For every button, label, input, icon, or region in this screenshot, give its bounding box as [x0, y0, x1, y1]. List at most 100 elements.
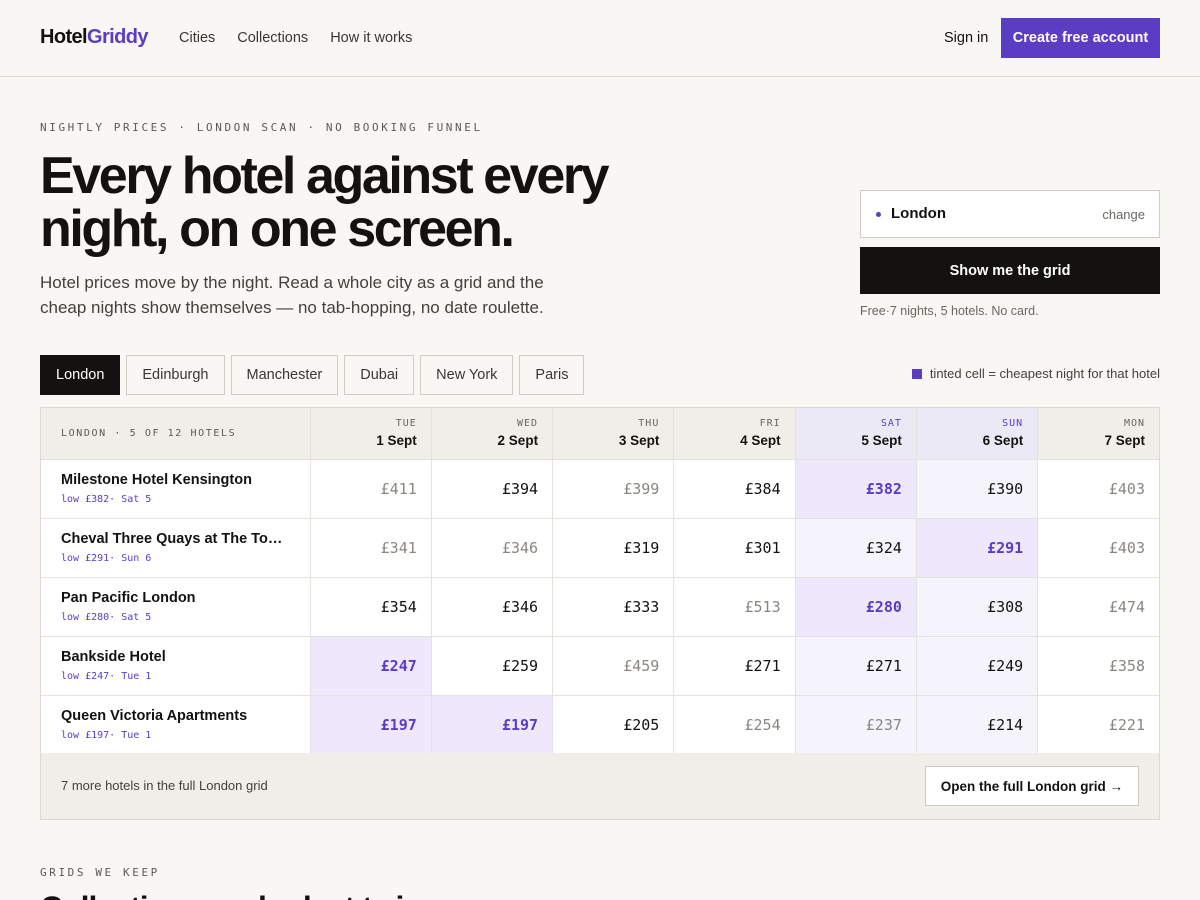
- hero-eyebrow: NIGHTLY PRICES · LONDON SCAN · NO BOOKIN…: [40, 121, 483, 134]
- nav-how-it-works[interactable]: How it works: [330, 30, 412, 46]
- sign-in-link[interactable]: Sign in: [944, 30, 988, 46]
- price-cell[interactable]: £346: [431, 518, 554, 578]
- tab-paris[interactable]: Paris: [519, 355, 585, 395]
- price-cell[interactable]: £249: [916, 636, 1039, 696]
- hotel-cell[interactable]: Pan Pacific London low £280· Sat 5: [41, 577, 311, 637]
- collections-eyebrow: GRIDS WE KEEP: [40, 866, 160, 879]
- table-row[interactable]: Milestone Hotel Kensington low £382· Sat …: [41, 459, 1159, 519]
- price-cell[interactable]: £341: [310, 518, 432, 578]
- main-nav: Cities Collections How it works: [179, 30, 434, 46]
- price-cell[interactable]: £271: [673, 636, 796, 696]
- price-cell[interactable]: £474: [1037, 577, 1159, 637]
- price-cell[interactable]: £259: [431, 636, 554, 696]
- hotel-name: Bankside Hotel: [61, 649, 166, 665]
- price-cell[interactable]: £291: [916, 518, 1039, 578]
- table-row[interactable]: Bankside Hotel low £247· Tue 1 £247 £259 £45…: [41, 636, 1159, 696]
- hotel-low-price: low £382· Sat 5: [61, 494, 152, 505]
- price-cell[interactable]: £197: [431, 695, 554, 755]
- city-dot-icon: [876, 212, 881, 217]
- tab-london[interactable]: London: [40, 355, 121, 395]
- price-cell[interactable]: £280: [795, 577, 917, 637]
- table-row[interactable]: Queen Victoria Apartments low £197· Tue 1…: [41, 695, 1159, 755]
- tab-manchester[interactable]: Manchester: [230, 355, 339, 395]
- price-cell[interactable]: £308: [916, 577, 1039, 637]
- hero-subtitle-line-2: cheap nights show themselves — no tab-ho…: [40, 298, 544, 317]
- grid-corner-label: LONDON · 5 OF 12 HOTELS: [41, 408, 311, 460]
- price-cell[interactable]: £221: [1037, 695, 1159, 755]
- price-cell[interactable]: £254: [673, 695, 796, 755]
- city-tabs: London Edinburgh Manchester Dubai New Yo…: [40, 355, 585, 395]
- price-cell[interactable]: £354: [310, 577, 432, 637]
- price-cell[interactable]: £384: [673, 459, 796, 519]
- price-cell[interactable]: £394: [431, 459, 554, 519]
- nav-collections[interactable]: Collections: [237, 30, 308, 46]
- price-cell[interactable]: £399: [552, 459, 675, 519]
- price-cell[interactable]: £197: [310, 695, 432, 755]
- create-account-button[interactable]: Create free account: [1001, 18, 1160, 58]
- hotel-low-price: low £247· Tue 1: [61, 671, 152, 682]
- day-date: 4 Sept: [740, 433, 781, 449]
- collections-title: Collections we look at twice: [40, 890, 438, 900]
- show-grid-button[interactable]: Show me the grid: [860, 247, 1160, 294]
- change-city-link[interactable]: change: [1102, 207, 1145, 222]
- price-cell[interactable]: £237: [795, 695, 917, 755]
- price-cell[interactable]: £459: [552, 636, 675, 696]
- day-date: 5 Sept: [861, 433, 902, 449]
- hotel-cell[interactable]: Milestone Hotel Kensington low £382· Sat …: [41, 459, 311, 519]
- price-cell[interactable]: £411: [310, 459, 432, 519]
- price-cell[interactable]: £403: [1037, 518, 1159, 578]
- logo-wordmark-b: Griddy: [87, 26, 148, 48]
- hotel-cell[interactable]: Cheval Three Quays at The Tower… low £291…: [41, 518, 311, 578]
- price-cell[interactable]: £319: [552, 518, 675, 578]
- price-cell[interactable]: £301: [673, 518, 796, 578]
- day-of-week: SAT: [880, 418, 902, 430]
- table-row[interactable]: Pan Pacific London low £280· Sat 5 £354 £34…: [41, 577, 1159, 637]
- hero-subtitle: Hotel prices move by the night. Read a w…: [40, 270, 580, 320]
- price-grid: LONDON · 5 OF 12 HOTELS TUE 1 Sept WED 2 S…: [40, 407, 1160, 820]
- price-cell[interactable]: £247: [310, 636, 432, 696]
- price-cell[interactable]: £271: [795, 636, 917, 696]
- day-header: TUE 1 Sept: [310, 408, 432, 460]
- day-of-week: FRI: [759, 418, 781, 430]
- price-cell[interactable]: £333: [552, 577, 675, 637]
- hotel-name: Queen Victoria Apartments: [61, 708, 248, 724]
- tab-edinburgh[interactable]: Edinburgh: [126, 355, 225, 395]
- price-cell[interactable]: £390: [916, 459, 1039, 519]
- day-header: THU 3 Sept: [552, 408, 675, 460]
- nav-cities[interactable]: Cities: [179, 30, 215, 46]
- tab-new-york[interactable]: New York: [420, 355, 514, 395]
- price-cell[interactable]: £205: [552, 695, 675, 755]
- legend-text: tinted cell = cheapest night for that ho…: [929, 366, 1160, 381]
- hotel-name: Pan Pacific London: [61, 590, 196, 606]
- open-full-grid-button[interactable]: Open the full London grid →: [924, 766, 1139, 806]
- page-title-line-2: night, on one screen.: [40, 200, 515, 258]
- price-cell[interactable]: £346: [431, 577, 554, 637]
- hotel-low-price: low £280· Sat 5: [61, 612, 152, 623]
- price-cell[interactable]: £214: [916, 695, 1039, 755]
- day-of-week: THU: [638, 418, 660, 430]
- city-selector[interactable]: London change: [860, 190, 1160, 238]
- city-selector-value: London: [891, 205, 946, 222]
- hotel-low-price: low £197· Tue 1: [61, 730, 152, 741]
- table-row[interactable]: Cheval Three Quays at The Tower… low £291…: [41, 518, 1159, 578]
- day-header: SAT 5 Sept: [795, 408, 917, 460]
- day-of-week: MON: [1123, 418, 1145, 430]
- price-cell[interactable]: £324: [795, 518, 917, 578]
- free-note: Free·7 nights, 5 hotels. No card.: [860, 304, 1039, 318]
- day-date: 2 Sept: [497, 433, 539, 449]
- price-cell[interactable]: £358: [1037, 636, 1159, 696]
- hotel-cell[interactable]: Queen Victoria Apartments low £197· Tue 1: [41, 695, 311, 755]
- hotel-cell[interactable]: Bankside Hotel low £247· Tue 1: [41, 636, 311, 696]
- price-cell[interactable]: £513: [673, 577, 796, 637]
- day-date: 1 Sept: [376, 433, 417, 449]
- day-of-week: WED: [517, 418, 539, 430]
- tab-dubai[interactable]: Dubai: [344, 355, 415, 395]
- price-cell[interactable]: £403: [1037, 459, 1159, 519]
- hero-subtitle-line-1: Hotel prices move by the night. Read a w…: [40, 273, 544, 292]
- logo[interactable]: HotelGriddy: [40, 26, 148, 49]
- hotel-low-price: low £291· Sun 6: [61, 553, 152, 564]
- day-of-week: TUE: [395, 418, 417, 430]
- hotel-name: Cheval Three Quays at The Tower…: [61, 531, 291, 547]
- legend-swatch-icon: [911, 368, 922, 379]
- price-cell[interactable]: £382: [795, 459, 917, 519]
